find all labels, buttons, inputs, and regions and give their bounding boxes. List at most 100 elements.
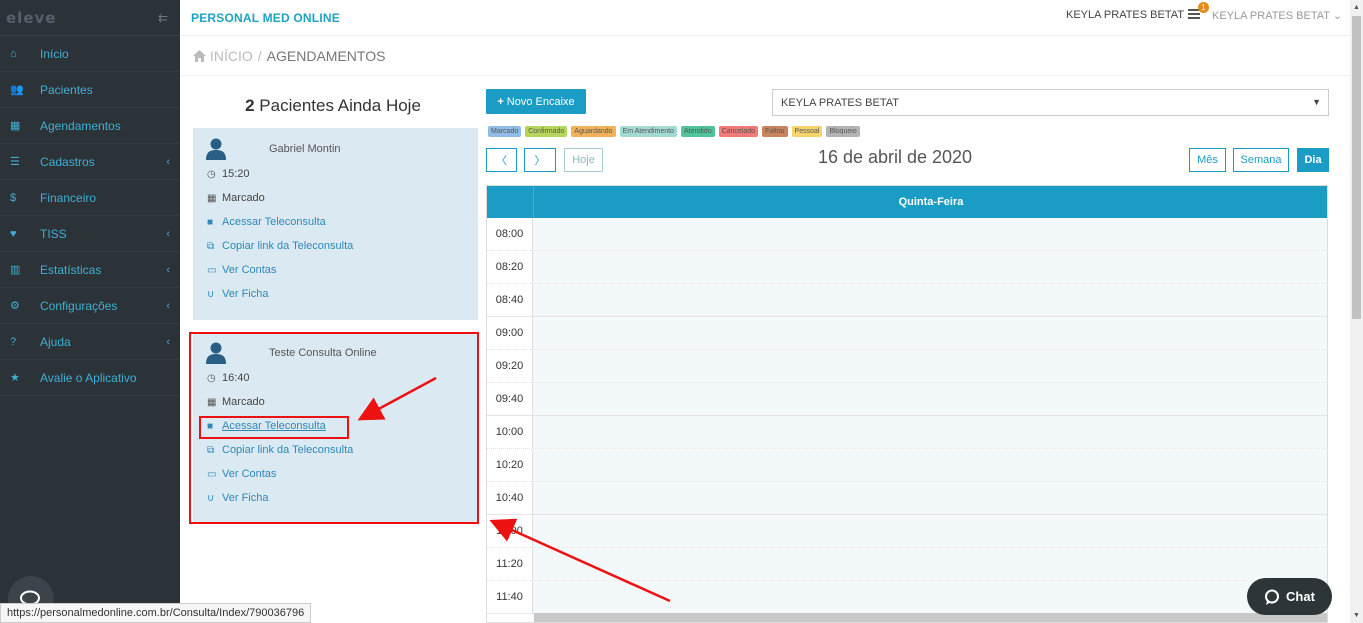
time-slot-row: 08:40 [487, 284, 1327, 317]
time-slot[interactable] [533, 581, 1327, 613]
sidebar-item-ajuda[interactable]: ? Ajuda ‹ [0, 324, 180, 360]
chevron-left-icon: 〈 [496, 155, 507, 167]
legend-item: Pessoal [791, 126, 823, 137]
scroll-down-icon[interactable]: ▼ [1353, 612, 1360, 619]
time-slot[interactable] [533, 548, 1327, 580]
next-button[interactable]: 〉 [524, 148, 556, 172]
dollar-icon: $ [10, 191, 17, 204]
sidebar-item-label: Ajuda [40, 334, 71, 349]
time-slot[interactable] [533, 251, 1327, 283]
sidebar-item-financeiro[interactable]: $ Financeiro [0, 180, 180, 216]
chevron-left-icon: ‹ [166, 335, 170, 348]
sidebar-item-configuracoes[interactable]: ⚙ Configurações ‹ [0, 288, 180, 324]
list-icon: ☰ [10, 156, 20, 168]
sidebar-item-avalie-o-aplicativo[interactable]: ★ Avalie o Aplicativo [0, 360, 180, 396]
plus-icon: + [497, 95, 504, 108]
breadcrumb-current: AGENDAMENTOS [266, 47, 386, 64]
scroll-up-icon[interactable]: ▲ [1353, 4, 1360, 11]
sidebar-item-agendamentos[interactable]: ▦ Agendamentos [0, 108, 180, 144]
professional-select-value: KEYLA PRATES BETAT [781, 96, 899, 109]
heartbeat-icon: ♥ [10, 227, 17, 240]
legend-item: Cancelado [718, 126, 759, 137]
highlight-box-teleconsulta [199, 416, 349, 439]
legend-item: Faltou [762, 126, 788, 137]
time-slot[interactable] [533, 284, 1327, 316]
access-teleconsulta-link[interactable]: ■ Acessar Teleconsulta [207, 216, 326, 228]
video-camera-icon: ■ [207, 216, 214, 228]
calendar-check-icon: ▦ [207, 192, 217, 204]
professional-select[interactable]: KEYLA PRATES BETAT ▼ [772, 89, 1329, 116]
new-appointment-button[interactable]: + Novo Encaixe [486, 89, 586, 114]
sidebar-item-label: Avalie o Aplicativo [40, 370, 137, 385]
gear-icon: ⚙ [10, 300, 20, 312]
legend-item: Atendido [680, 126, 715, 137]
sidebar-item-label: Financeiro [40, 190, 97, 205]
view-record-link[interactable]: ∪ Ver Ficha [207, 288, 268, 300]
view-day-button[interactable]: Dia [1297, 148, 1329, 172]
calendar-date-title: 16 de abril de 2020 [817, 147, 973, 167]
copy-teleconsulta-link[interactable]: ⧉ Copiar link da Teleconsulta [207, 240, 353, 252]
view-accounts-link[interactable]: ▭ Ver Contas [207, 264, 276, 276]
time-slot-row: 11:20 [487, 548, 1327, 581]
breadcrumb-home[interactable]: INÍCIO [210, 48, 253, 64]
time-label: 08:00 [487, 218, 533, 250]
time-slot[interactable] [533, 449, 1327, 481]
collapse-sidebar-icon[interactable]: ⇇ [158, 11, 168, 25]
sidebar-item-label: Configurações [40, 298, 118, 313]
appointment-time-text: 15:20 [222, 168, 250, 180]
calendar-header: Quinta-Feira [487, 186, 1327, 218]
sidebar-item-inicio[interactable]: ⌂ Início [0, 36, 180, 72]
sidebar-item-tiss[interactable]: ♥ TISS ‹ [0, 216, 180, 252]
time-slot[interactable] [533, 482, 1327, 514]
time-slot-row: 10:40 [487, 482, 1327, 515]
topbar: PERSONAL MED ONLINE KEYLA PRATES BETAT 1… [180, 0, 1350, 36]
time-slot-row: 08:00 [487, 218, 1327, 251]
chevron-left-icon: ‹ [166, 299, 170, 312]
chat-button[interactable]: Chat [1247, 578, 1332, 615]
sidebar-item-estatisticas[interactable]: ▥ Estatísticas ‹ [0, 252, 180, 288]
page-scrollbar[interactable]: ▲ ▼ [1350, 0, 1363, 623]
time-label: 08:40 [487, 284, 533, 316]
app-logo[interactable]: eleve ⇇ [0, 0, 180, 36]
time-slot[interactable] [533, 218, 1327, 250]
time-slot[interactable] [533, 317, 1327, 349]
home-icon [193, 49, 206, 62]
time-slot[interactable] [533, 350, 1327, 382]
view-month-button[interactable]: Mês [1189, 148, 1226, 172]
time-slot-row: 09:00 [487, 317, 1327, 350]
today-button[interactable]: Hoje [564, 148, 603, 172]
question-icon: ? [10, 335, 17, 348]
access-teleconsulta-label: Acessar Teleconsulta [222, 216, 326, 228]
sidebar-nav: ⌂ Início 👥 Pacientes ▦ Agendamentos ☰ Cadastros… [0, 36, 180, 396]
chevron-right-icon: 〉 [534, 155, 546, 167]
time-label: 09:00 [487, 317, 533, 349]
time-slot[interactable] [533, 416, 1327, 448]
chevron-left-icon: ‹ [166, 155, 170, 168]
horizontal-scrollbar[interactable] [534, 613, 1327, 622]
brand-title[interactable]: PERSONAL MED ONLINE [191, 11, 340, 25]
legend-item: Confirmado [525, 126, 568, 137]
scrollbar-thumb[interactable] [1352, 16, 1361, 319]
appointment-status: ▦ Marcado [207, 192, 265, 204]
prev-button[interactable]: 〈 [486, 148, 517, 172]
dropdown-arrow-icon: ▼ [1312, 97, 1321, 107]
logo-text: eleve [6, 8, 57, 27]
bar-chart-icon: ▥ [10, 264, 21, 276]
user-menu-dropdown[interactable]: KEYLA PRATES BETAT ⌄ [1212, 9, 1342, 22]
time-label: 09:20 [487, 350, 533, 382]
sidebar-item-pacientes[interactable]: 👥 Pacientes [0, 72, 180, 108]
breadcrumb: INÍCIO / AGENDAMENTOS [180, 36, 1350, 76]
chat-icon [1265, 589, 1280, 605]
sidebar-item-cadastros[interactable]: ☰ Cadastros ‹ [0, 144, 180, 180]
breadcrumb-separator: / [257, 47, 262, 64]
sidebar-item-label: Início [40, 46, 69, 61]
chevron-left-icon: ‹ [166, 227, 170, 240]
time-slot[interactable] [533, 383, 1327, 415]
time-slot[interactable] [533, 515, 1327, 547]
home-icon: ⌂ [10, 47, 17, 60]
time-slot-row: 11:40 [487, 581, 1327, 614]
time-slot-row: 09:20 [487, 350, 1327, 383]
view-week-button[interactable]: Semana [1233, 148, 1289, 172]
calendar-icon: ▦ [10, 120, 21, 132]
time-label: 09:40 [487, 383, 533, 415]
